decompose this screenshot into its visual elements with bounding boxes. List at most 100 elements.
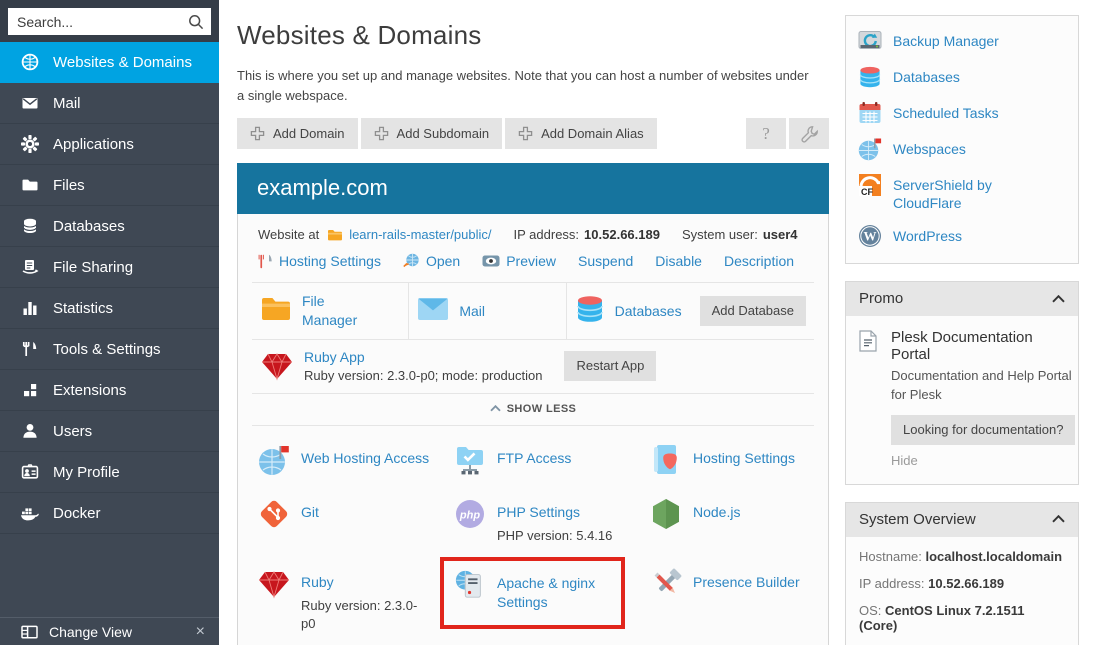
databases-link[interactable]: Databases bbox=[615, 303, 682, 319]
search-box[interactable] bbox=[8, 8, 211, 35]
chevron-up-icon bbox=[490, 405, 501, 412]
extensions-icon bbox=[20, 381, 39, 399]
ruby-app-link[interactable]: Ruby App bbox=[304, 349, 365, 365]
sidebar-item-mail[interactable]: Mail bbox=[0, 83, 219, 124]
domain-card: example.com Website at learn-rails-maste… bbox=[237, 163, 829, 645]
quick-links-row: File Manager Mail Databases Add Database bbox=[252, 282, 814, 340]
sidebar-item-tools-settings[interactable]: Tools & Settings bbox=[0, 329, 219, 370]
shortcut-backup-manager[interactable]: Backup Manager bbox=[858, 29, 1066, 53]
description-link[interactable]: Description bbox=[724, 253, 794, 269]
presence-builder-icon bbox=[650, 568, 682, 600]
change-view-bar[interactable]: Change View × bbox=[0, 617, 219, 645]
php-icon: php bbox=[454, 498, 486, 530]
sidebar-item-files[interactable]: Files bbox=[0, 165, 219, 206]
feature-ftp-access[interactable]: FTP Access bbox=[454, 444, 650, 476]
shortcut-scheduled-tasks[interactable]: Scheduled Tasks bbox=[858, 101, 1066, 125]
add-database-button[interactable]: Add Database bbox=[700, 296, 806, 326]
add-subdomain-button[interactable]: Add Subdomain bbox=[361, 118, 503, 149]
shortcuts-panel: Backup Manager Databases Scheduled Tasks… bbox=[845, 15, 1079, 264]
shortcut-webspaces[interactable]: Webspaces bbox=[858, 137, 1066, 161]
suspend-link[interactable]: Suspend bbox=[578, 253, 633, 269]
hostname-row: Hostname: localhost.localdomain bbox=[859, 549, 1065, 564]
shortcut-databases[interactable]: Databases bbox=[858, 65, 1066, 89]
feature-label[interactable]: Hosting Settings bbox=[693, 444, 795, 466]
ip-address-label: IP address: bbox=[859, 576, 925, 591]
shortcut-label[interactable]: ServerShield by CloudFlare bbox=[893, 173, 1023, 212]
shortcut-label[interactable]: Webspaces bbox=[893, 137, 966, 158]
scroll-shield-icon bbox=[650, 444, 682, 476]
promo-item-description: Documentation and Help Portal for Plesk bbox=[891, 367, 1075, 403]
file-manager-link[interactable]: File Manager bbox=[302, 292, 374, 330]
highlight-red-box[interactable]: Apache & nginx Settings bbox=[440, 557, 625, 629]
feature-label[interactable]: Presence Builder bbox=[693, 568, 800, 590]
sidebar-item-extensions[interactable]: Extensions bbox=[0, 370, 219, 411]
add-domain-alias-button[interactable]: Add Domain Alias bbox=[505, 118, 657, 149]
mail-link[interactable]: Mail bbox=[459, 303, 485, 319]
hide-link[interactable]: Hide bbox=[891, 453, 918, 468]
search-input[interactable] bbox=[17, 14, 188, 30]
open-link[interactable]: Open bbox=[426, 253, 460, 269]
help-button[interactable]: ? bbox=[746, 118, 786, 149]
preview-link[interactable]: Preview bbox=[506, 253, 556, 269]
document-icon bbox=[858, 329, 880, 469]
feature-git[interactable]: Git bbox=[258, 498, 454, 546]
sidebar-item-label: My Profile bbox=[53, 464, 120, 481]
sidebar-item-file-sharing[interactable]: File Sharing bbox=[0, 247, 219, 288]
plus-icon bbox=[374, 126, 389, 141]
globe-flag-icon bbox=[258, 444, 290, 476]
promo-header[interactable]: Promo bbox=[846, 282, 1078, 316]
docroot-link[interactable]: learn-rails-master/public/ bbox=[349, 227, 491, 242]
shortcut-label[interactable]: Databases bbox=[893, 65, 960, 86]
sidebar-item-applications[interactable]: Applications bbox=[0, 124, 219, 165]
shortcut-label[interactable]: Backup Manager bbox=[893, 29, 999, 50]
shortcut-wordpress[interactable]: W WordPress bbox=[858, 224, 1066, 248]
show-less-toggle[interactable]: SHOW LESS bbox=[252, 394, 814, 426]
restart-app-button[interactable]: Restart App bbox=[564, 351, 656, 381]
feature-label[interactable]: Git bbox=[301, 498, 319, 520]
feature-label[interactable]: Node.js bbox=[693, 498, 740, 520]
feature-presence-builder[interactable]: Presence Builder bbox=[650, 568, 814, 635]
sidebar-item-docker[interactable]: Docker bbox=[0, 493, 219, 534]
page-description: This is where you set up and manage webs… bbox=[237, 66, 817, 105]
feature-label[interactable]: Web Hosting Access bbox=[301, 444, 429, 466]
database-cylinder-icon bbox=[575, 294, 605, 327]
feature-hosting-settings[interactable]: Hosting Settings bbox=[650, 444, 814, 476]
database-icon bbox=[20, 217, 39, 235]
looking-for-documentation-button[interactable]: Looking for documentation? bbox=[891, 415, 1075, 445]
tools-button[interactable] bbox=[789, 118, 829, 149]
file-manager-cell: File Manager bbox=[252, 283, 408, 339]
open-globe-icon bbox=[403, 253, 420, 269]
shortcut-servershield[interactable]: CF ServerShield by CloudFlare bbox=[858, 173, 1066, 212]
disable-link[interactable]: Disable bbox=[655, 253, 702, 269]
feature-ruby[interactable]: Ruby Ruby version: 2.3.0-p0 bbox=[258, 568, 454, 635]
collapse-chevron-icon[interactable] bbox=[1052, 295, 1065, 303]
sidebar-item-websites-domains[interactable]: Websites & Domains bbox=[0, 42, 219, 83]
feature-php-settings[interactable]: php PHP Settings PHP version: 5.4.16 bbox=[454, 498, 650, 546]
search-icon[interactable] bbox=[188, 14, 204, 30]
sidebar-item-my-profile[interactable]: My Profile bbox=[0, 452, 219, 493]
collapse-chevron-icon[interactable] bbox=[1052, 515, 1065, 523]
sidebar-item-databases[interactable]: Databases bbox=[0, 206, 219, 247]
sidebar-search-area bbox=[0, 0, 219, 42]
feature-web-hosting-access[interactable]: Web Hosting Access bbox=[258, 444, 454, 476]
ruby-icon bbox=[258, 568, 290, 600]
sidebar-item-users[interactable]: Users bbox=[0, 411, 219, 452]
feature-nodejs[interactable]: Node.js bbox=[650, 498, 814, 546]
feature-label[interactable]: PHP Settings bbox=[497, 498, 580, 520]
sidebar-item-label: Files bbox=[53, 177, 85, 194]
shortcut-label[interactable]: WordPress bbox=[893, 224, 962, 245]
add-subdomain-label: Add Subdomain bbox=[397, 126, 490, 141]
feature-label[interactable]: Ruby bbox=[301, 568, 334, 590]
feature-label[interactable]: Apache & nginx Settings bbox=[497, 568, 605, 613]
close-icon[interactable]: × bbox=[196, 623, 205, 641]
sidebar-item-statistics[interactable]: Statistics bbox=[0, 288, 219, 329]
hostname-value: localhost.localdomain bbox=[926, 549, 1063, 564]
add-domain-button[interactable]: Add Domain bbox=[237, 118, 358, 149]
ip-label: IP address: bbox=[514, 227, 580, 242]
promo-item-title: Plesk Documentation Portal bbox=[891, 329, 1075, 363]
shortcut-label[interactable]: Scheduled Tasks bbox=[893, 101, 999, 122]
system-overview-header[interactable]: System Overview bbox=[846, 503, 1078, 537]
domain-info-row: Website at learn-rails-master/public/ IP… bbox=[238, 214, 828, 244]
hosting-settings-link[interactable]: Hosting Settings bbox=[279, 253, 381, 269]
feature-label[interactable]: FTP Access bbox=[497, 444, 571, 466]
